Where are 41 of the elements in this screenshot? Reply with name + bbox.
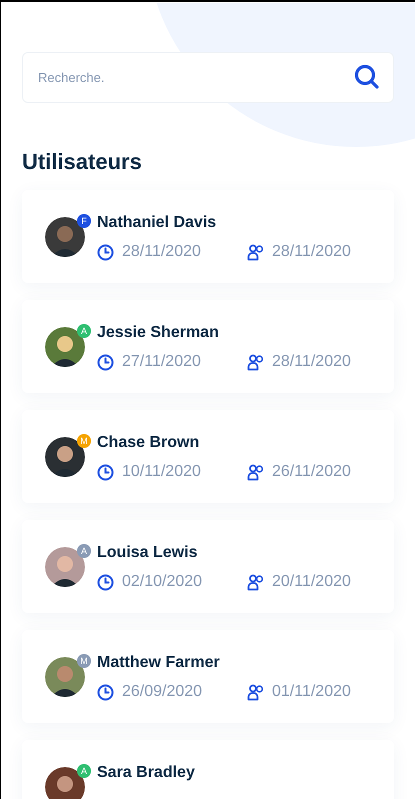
created-date: 28/11/2020 <box>122 242 202 262</box>
joined-date: 01/11/2020 <box>272 682 351 702</box>
user-card[interactable]: A Jessie Sherman 27/11/2020 28/11/2020 <box>22 300 394 393</box>
search-field[interactable]: Recherche. <box>22 52 394 103</box>
user-card[interactable]: F Nathaniel Davis 28/11/2020 28/11/2020 <box>22 190 394 283</box>
clock-icon <box>97 574 114 590</box>
user-card[interactable]: M Matthew Farmer 26/09/2020 01/11/2020 <box>22 630 394 723</box>
role-badge: A <box>77 544 91 558</box>
created-date: 27/11/2020 <box>122 352 202 372</box>
user-name: Nathaniel Davis <box>97 213 218 233</box>
users-icon <box>247 574 264 590</box>
role-badge: A <box>77 324 91 338</box>
user-name: Sara Bradley <box>97 763 195 783</box>
role-badge: F <box>77 214 91 228</box>
user-card[interactable]: A Louisa Lewis 02/10/2020 20/11/2020 <box>22 520 394 613</box>
user-card[interactable]: A Sara Bradley <box>22 740 394 799</box>
users-icon <box>247 354 264 370</box>
role-badge: M <box>77 654 91 668</box>
joined-date: 20/11/2020 <box>272 572 351 592</box>
clock-icon <box>97 464 114 480</box>
clock-icon <box>97 684 114 700</box>
users-icon <box>247 244 264 260</box>
clock-icon <box>97 354 114 370</box>
user-name: Louisa Lewis <box>97 543 198 563</box>
user-name: Matthew Farmer <box>97 653 221 673</box>
role-badge: A <box>77 764 91 778</box>
users-icon <box>247 464 264 480</box>
clock-icon <box>97 244 114 260</box>
users-icon <box>247 684 264 700</box>
created-date: 10/11/2020 <box>122 462 202 482</box>
created-date: 02/10/2020 <box>122 572 204 592</box>
joined-date: 28/11/2020 <box>272 352 351 372</box>
user-name: Jessie Sherman <box>97 323 220 343</box>
user-name: Chase Brown <box>97 433 200 453</box>
joined-date: 26/11/2020 <box>272 462 351 482</box>
page-title: Utilisateurs <box>22 148 143 176</box>
user-card[interactable]: M Chase Brown 10/11/2020 26/11/2020 <box>22 410 394 503</box>
role-badge: M <box>77 434 91 448</box>
created-date: 26/09/2020 <box>122 682 204 702</box>
search-icon[interactable] <box>354 64 380 90</box>
joined-date: 28/11/2020 <box>272 242 351 262</box>
